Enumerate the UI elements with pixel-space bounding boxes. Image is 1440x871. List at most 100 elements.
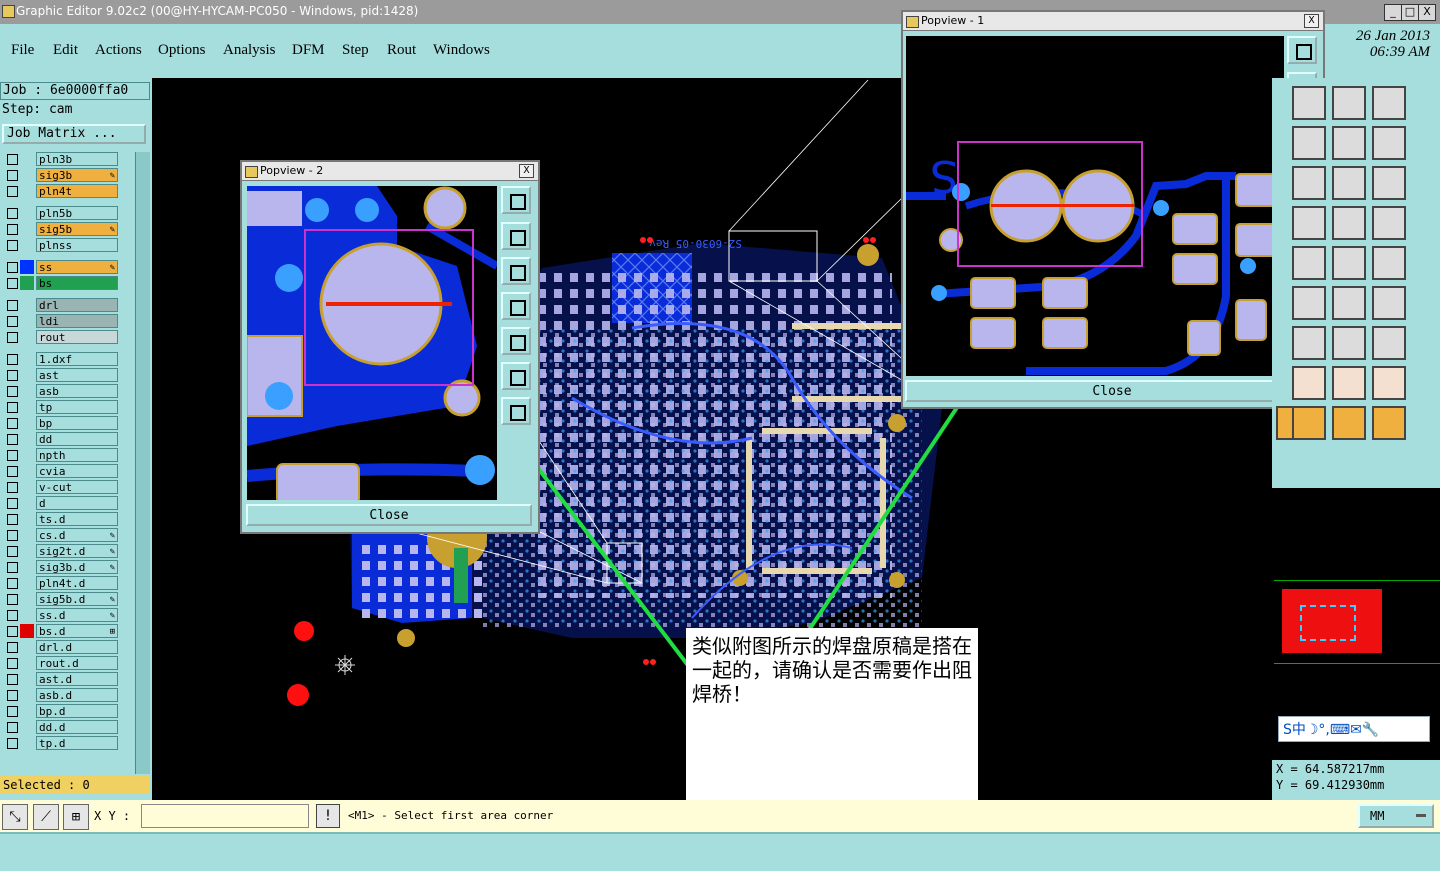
tool-button[interactable]	[1332, 326, 1366, 360]
popview-1-canvas[interactable]: S	[906, 36, 1284, 376]
layer-checkbox[interactable]	[7, 738, 18, 749]
layer-row[interactable]: cvia	[0, 464, 133, 478]
zoom-area-button[interactable]: ⤡	[2, 804, 28, 830]
layer-row[interactable]: bs.d ⊞	[0, 624, 133, 638]
tool-button[interactable]	[1372, 366, 1406, 400]
layer-name[interactable]: dd	[36, 432, 118, 446]
layer-row[interactable]: ast	[0, 368, 133, 382]
popview-2-canvas[interactable]	[247, 186, 497, 500]
layer-row[interactable]: npth	[0, 448, 133, 462]
tool-button[interactable]	[1372, 286, 1406, 320]
layer-name[interactable]: asb	[36, 384, 118, 398]
layer-checkbox[interactable]	[7, 642, 18, 653]
layer-checkbox[interactable]	[7, 354, 18, 365]
layer-checkbox[interactable]	[7, 386, 18, 397]
tool-button[interactable]	[1332, 246, 1366, 280]
layer-checkbox[interactable]	[7, 418, 18, 429]
layer-checkbox[interactable]	[7, 170, 18, 181]
snap-grid-button[interactable]: ⊞	[63, 804, 89, 830]
alert-icon[interactable]: !	[316, 804, 340, 828]
layer-checkbox[interactable]	[7, 578, 18, 589]
layer-name[interactable]: rout.d	[36, 656, 118, 670]
layer-checkbox[interactable]	[7, 626, 18, 637]
layer-name[interactable]: ldi	[36, 314, 118, 328]
popview-1-close-button[interactable]: Close	[905, 380, 1319, 402]
layer-row[interactable]: pln3b	[0, 152, 133, 166]
layer-row[interactable]: pln5b	[0, 206, 133, 220]
layer-row[interactable]: sig3b ✎	[0, 168, 133, 182]
layer-row[interactable]: rout	[0, 330, 133, 344]
layer-checkbox[interactable]	[7, 466, 18, 477]
tool-button[interactable]	[1332, 286, 1366, 320]
layer-name[interactable]: pln4t	[36, 184, 118, 198]
tool-button[interactable]	[1332, 366, 1366, 400]
layer-row[interactable]: sig3b.d ✎	[0, 560, 133, 574]
tool-button[interactable]	[1372, 206, 1406, 240]
layer-checkbox[interactable]	[7, 186, 18, 197]
layer-row[interactable]: drl.d	[0, 640, 133, 654]
tool-button[interactable]	[1292, 246, 1326, 280]
layer-checkbox[interactable]	[7, 658, 18, 669]
menu-dfm[interactable]: DFM	[292, 42, 325, 59]
popview-2-close-x[interactable]: X	[519, 164, 534, 178]
layer-checkbox[interactable]	[7, 610, 18, 621]
layer-scrollbar[interactable]	[135, 152, 150, 774]
layer-name[interactable]: pln5b	[36, 206, 118, 220]
layer-checkbox[interactable]	[7, 316, 18, 327]
popview-tool-button[interactable]	[501, 362, 531, 390]
tool-button[interactable]	[1292, 166, 1326, 200]
layer-name[interactable]: asb.d	[36, 688, 118, 702]
layer-name[interactable]: sig3b.d ✎	[36, 560, 118, 574]
layer-name[interactable]: ast.d	[36, 672, 118, 686]
layer-row[interactable]: 1.dxf	[0, 352, 133, 366]
layer-checkbox[interactable]	[7, 262, 18, 273]
layer-row[interactable]: pln4t	[0, 184, 133, 198]
layer-checkbox[interactable]	[7, 300, 18, 311]
layer-row[interactable]: v-cut	[0, 480, 133, 494]
layer-row[interactable]: ss.d ✎	[0, 608, 133, 622]
layer-row[interactable]: plnss	[0, 238, 133, 252]
menu-step[interactable]: Step	[342, 42, 369, 59]
layer-row[interactable]: sig2t.d ✎	[0, 544, 133, 558]
layer-checkbox[interactable]	[7, 690, 18, 701]
layer-checkbox[interactable]	[7, 674, 18, 685]
layer-row[interactable]: dd.d	[0, 720, 133, 734]
tool-button[interactable]	[1372, 326, 1406, 360]
layer-row[interactable]: dd	[0, 432, 133, 446]
layer-row[interactable]: asb	[0, 384, 133, 398]
layer-row[interactable]: ts.d	[0, 512, 133, 526]
minimap[interactable]	[1274, 580, 1440, 664]
menu-options[interactable]: Options	[158, 42, 206, 59]
layer-row[interactable]: d	[0, 496, 133, 510]
layer-checkbox[interactable]	[7, 482, 18, 493]
tool-button[interactable]	[1332, 406, 1366, 440]
xy-input[interactable]	[141, 804, 309, 828]
minimize-button[interactable]: _	[1384, 4, 1402, 21]
layer-row[interactable]: drl	[0, 298, 133, 312]
menu-windows[interactable]: Windows	[433, 42, 490, 59]
layer-name[interactable]: cs.d ✎	[36, 528, 118, 542]
measure-button[interactable]: ⟋	[33, 804, 59, 830]
tool-button[interactable]	[1292, 286, 1326, 320]
menu-rout[interactable]: Rout	[387, 42, 416, 59]
layer-checkbox[interactable]	[7, 530, 18, 541]
layer-name[interactable]: v-cut	[36, 480, 118, 494]
tool-button[interactable]	[1332, 206, 1366, 240]
layer-name[interactable]: bp	[36, 416, 118, 430]
layer-name[interactable]: drl.d	[36, 640, 118, 654]
layer-checkbox[interactable]	[7, 706, 18, 717]
layer-name[interactable]: ast	[36, 368, 118, 382]
layer-name[interactable]: tp.d	[36, 736, 118, 750]
layer-checkbox[interactable]	[7, 208, 18, 219]
tool-button[interactable]	[1292, 86, 1326, 120]
tool-button[interactable]	[1292, 206, 1326, 240]
layer-name[interactable]: dd.d	[36, 720, 118, 734]
tool-button[interactable]	[1372, 406, 1406, 440]
layer-name[interactable]: ts.d	[36, 512, 118, 526]
layer-name[interactable]: ss ✎	[36, 260, 118, 274]
layer-row[interactable]: tp	[0, 400, 133, 414]
popview-tool-button[interactable]	[501, 222, 531, 250]
tool-button[interactable]	[1372, 86, 1406, 120]
popview-tool-button[interactable]	[501, 327, 531, 355]
maximize-button[interactable]: □	[1401, 4, 1419, 21]
